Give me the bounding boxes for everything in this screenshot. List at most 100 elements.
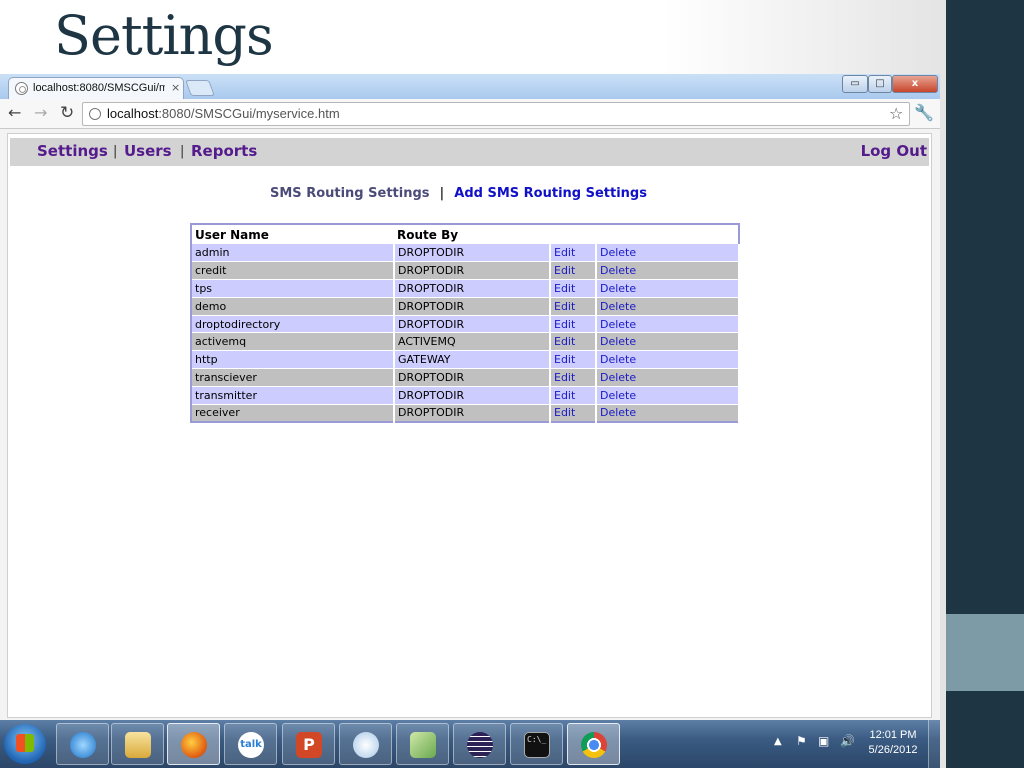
table-row: http GATEWAY Edit Delete <box>191 350 740 370</box>
taskbar-firefox[interactable] <box>167 723 220 765</box>
nav-settings-link[interactable]: Settings <box>37 142 108 160</box>
browser-toolbar: ← → ↻ localhost:8080/SMSCGui/myservice.h… <box>0 99 940 129</box>
table-row: demo DROPTODIR Edit Delete <box>191 297 740 316</box>
close-window-button[interactable]: x <box>892 75 938 93</box>
tab-strip: localhost:8080/SMSCGui/m × ▭ □ x <box>0 74 940 99</box>
edit-link[interactable]: Edit <box>550 386 597 405</box>
table-row: transmitter DROPTODIR Edit Delete <box>191 386 740 405</box>
windows-logo-icon <box>16 734 34 752</box>
start-button[interactable] <box>4 724 46 764</box>
delete-link[interactable]: Delete <box>596 244 740 263</box>
network-icon[interactable]: ▣ <box>818 734 829 748</box>
subnav-separator: | <box>439 186 445 201</box>
url-text[interactable]: localhost:8080/SMSCGui/myservice.htm <box>107 106 340 121</box>
taskbar-google-talk[interactable]: talk <box>224 723 277 765</box>
cell-route-by: DROPTODIR <box>394 315 551 334</box>
action-center-flag-icon[interactable]: ⚑ <box>796 734 807 748</box>
globe-icon <box>15 82 28 95</box>
cell-user-name: http <box>191 350 395 370</box>
cell-user-name: transmitter <box>191 386 395 405</box>
delete-link[interactable]: Delete <box>596 279 740 298</box>
volume-icon[interactable]: 🔊 <box>840 734 855 748</box>
show-hidden-icons-icon[interactable]: ▲ <box>774 736 782 747</box>
header-user-name: User Name <box>191 224 394 244</box>
taskbar-paint[interactable] <box>339 723 392 765</box>
edit-link[interactable]: Edit <box>550 244 597 263</box>
taskbar-notepad[interactable] <box>396 723 449 765</box>
taskbar-file-explorer[interactable] <box>111 723 164 765</box>
cell-user-name: tps <box>191 279 395 298</box>
delete-link[interactable]: Delete <box>596 368 740 387</box>
paint-icon <box>353 732 379 758</box>
delete-link[interactable]: Delete <box>596 315 740 334</box>
add-sms-routing-settings-link[interactable]: Add SMS Routing Settings <box>454 186 647 201</box>
new-tab-button[interactable] <box>185 80 215 96</box>
url-host: localhost <box>107 106 159 121</box>
address-bar[interactable]: localhost:8080/SMSCGui/myservice.htm ☆ <box>82 102 910 126</box>
firefox-icon <box>181 732 207 758</box>
cell-route-by: DROPTODIR <box>394 368 551 387</box>
delete-link[interactable]: Delete <box>596 350 740 370</box>
back-arrow-icon[interactable]: ← <box>8 103 21 122</box>
nav-reports-link[interactable]: Reports <box>191 142 257 160</box>
table-row: transciever DROPTODIR Edit Delete <box>191 368 740 387</box>
cell-user-name: admin <box>191 244 395 263</box>
edit-link[interactable]: Edit <box>550 315 597 334</box>
maximize-button[interactable]: □ <box>868 75 892 93</box>
nav-separator: | <box>180 144 185 159</box>
nav-separator: | <box>113 144 118 159</box>
file-explorer-icon <box>125 732 151 758</box>
edit-link[interactable]: Edit <box>550 261 597 281</box>
cell-route-by: DROPTODIR <box>394 261 551 281</box>
wrench-menu-icon[interactable]: 🔧 <box>914 103 934 122</box>
system-clock[interactable]: 12:01 PM 5/26/2012 <box>858 728 928 758</box>
delete-link[interactable]: Delete <box>596 261 740 281</box>
reload-icon[interactable]: ↻ <box>60 103 74 123</box>
show-desktop-button[interactable] <box>928 720 940 768</box>
taskbar-command-prompt[interactable]: C:\_ <box>510 723 563 765</box>
delete-link[interactable]: Delete <box>596 297 740 316</box>
delete-link[interactable]: Delete <box>596 386 740 405</box>
table-row: tps DROPTODIR Edit Delete <box>191 279 740 298</box>
delete-link[interactable]: Delete <box>596 404 740 423</box>
edit-link[interactable]: Edit <box>550 368 597 387</box>
bookmark-star-icon[interactable]: ☆ <box>889 104 903 123</box>
internet-explorer-icon <box>70 732 96 758</box>
cell-user-name: droptodirectory <box>191 315 395 334</box>
sms-routing-settings-link[interactable]: SMS Routing Settings <box>270 186 430 201</box>
table-row: droptodirectory DROPTODIR Edit Delete <box>191 315 740 334</box>
google-talk-icon: talk <box>238 732 264 758</box>
notepad-icon <box>410 732 436 758</box>
tab-title: localhost:8080/SMSCGui/m <box>33 82 165 94</box>
delete-link[interactable]: Delete <box>596 332 740 352</box>
header-edit <box>550 224 596 244</box>
clock-date: 5/26/2012 <box>868 744 918 756</box>
minimize-button[interactable]: ▭ <box>842 75 868 93</box>
browser-window: localhost:8080/SMSCGui/m × ▭ □ x ← → ↻ l… <box>0 74 940 720</box>
table-row: credit DROPTODIR Edit Delete <box>191 261 740 281</box>
taskbar-chrome[interactable] <box>567 723 620 765</box>
slide-side-accent <box>946 614 1024 691</box>
edit-link[interactable]: Edit <box>550 279 597 298</box>
routing-table: User Name Route By admin DROPTODIR Edit … <box>190 223 740 423</box>
taskbar-internet-explorer[interactable] <box>56 723 109 765</box>
taskbar-powerpoint[interactable]: P <box>282 723 335 765</box>
edit-link[interactable]: Edit <box>550 297 597 316</box>
close-tab-icon[interactable]: × <box>171 81 180 94</box>
edit-link[interactable]: Edit <box>550 350 597 370</box>
taskbar-eclipse[interactable] <box>453 723 506 765</box>
cell-route-by: DROPTODIR <box>394 279 551 298</box>
page-icon <box>89 108 101 120</box>
forward-arrow-icon[interactable]: → <box>34 103 47 122</box>
logout-link[interactable]: Log Out <box>861 142 927 160</box>
app-nav-bar: Settings | Users | Reports Log Out <box>10 138 929 166</box>
cell-route-by: DROPTODIR <box>394 297 551 316</box>
edit-link[interactable]: Edit <box>550 332 597 352</box>
browser-tab[interactable]: localhost:8080/SMSCGui/m × <box>8 77 184 99</box>
slide-title: Settings <box>54 4 274 67</box>
cell-route-by: DROPTODIR <box>394 386 551 405</box>
page-viewport: Settings | Users | Reports Log Out SMS R… <box>7 133 932 718</box>
header-delete <box>596 224 739 244</box>
edit-link[interactable]: Edit <box>550 404 597 423</box>
nav-users-link[interactable]: Users <box>124 142 172 160</box>
